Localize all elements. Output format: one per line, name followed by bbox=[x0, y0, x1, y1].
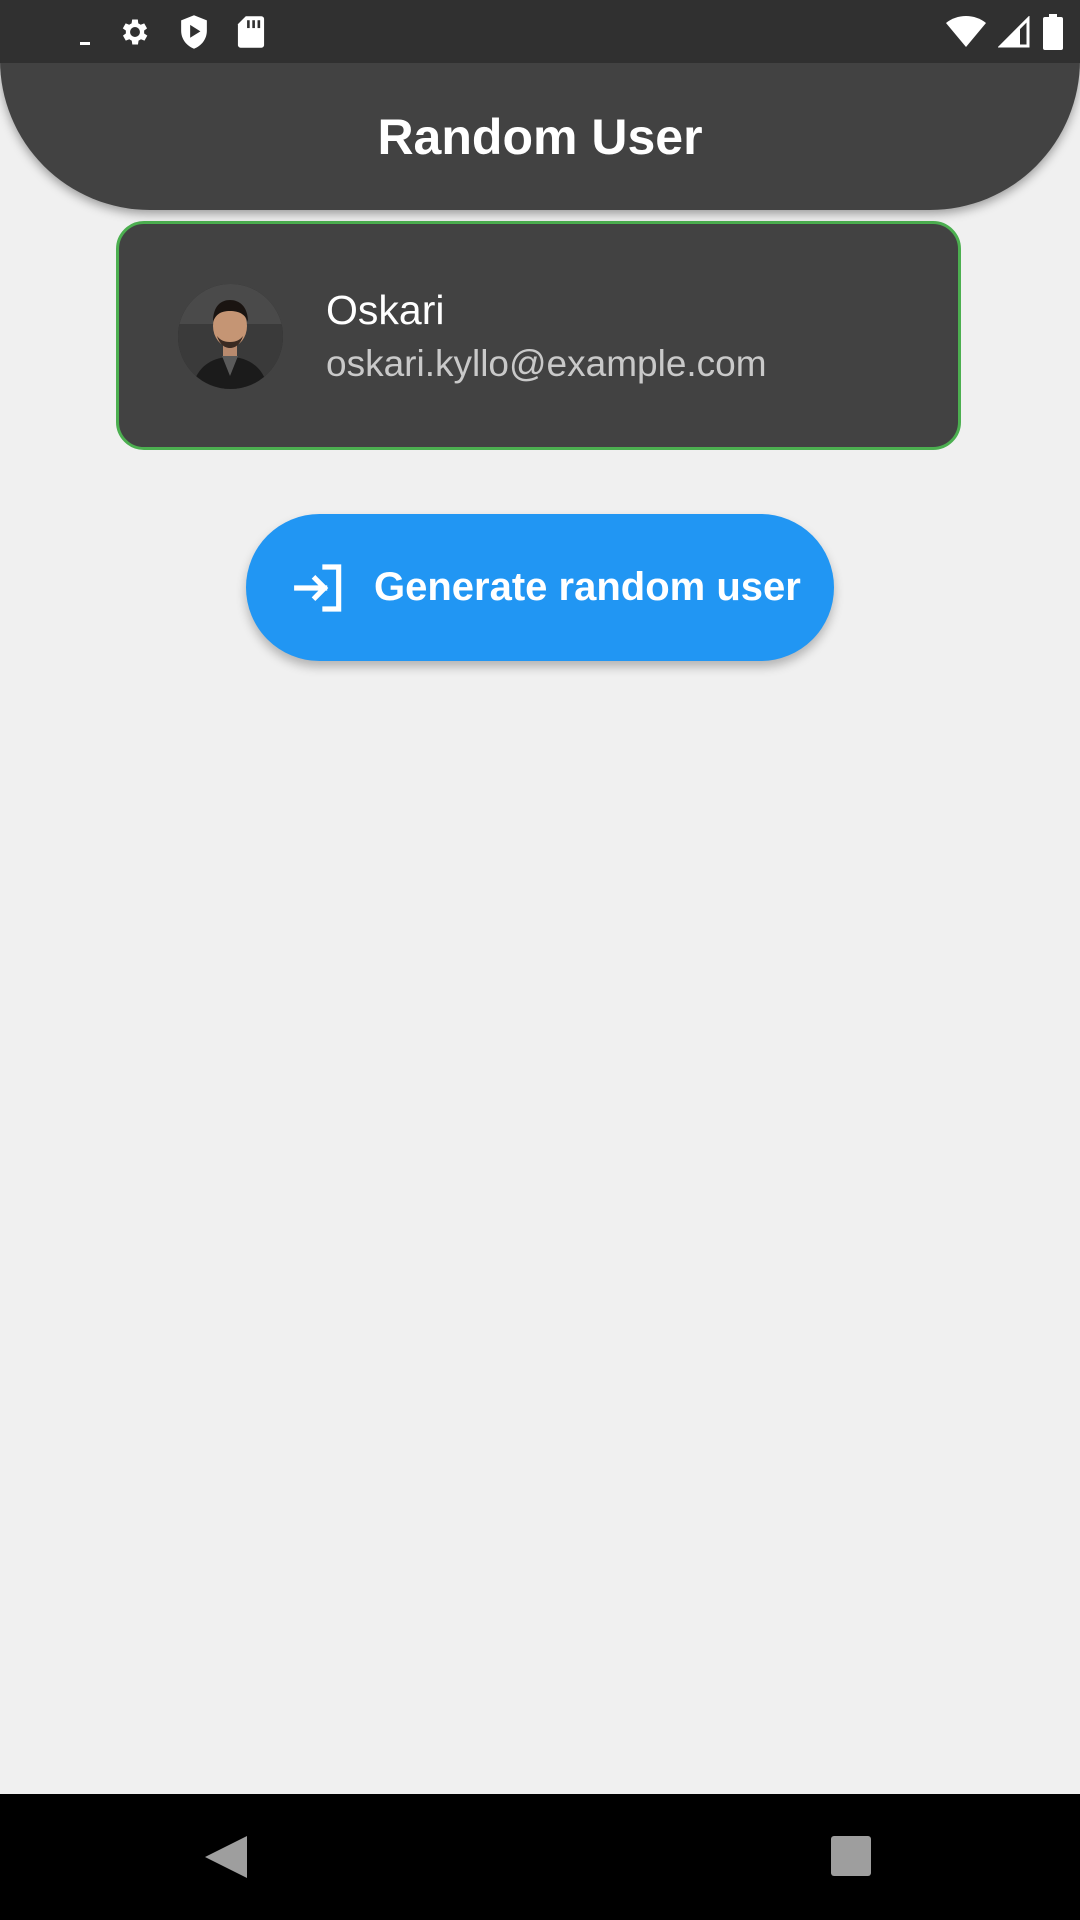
page-title: Random User bbox=[377, 109, 703, 165]
back-triangle-icon[interactable] bbox=[203, 1834, 251, 1880]
cell-signal-icon bbox=[998, 16, 1030, 48]
gear-icon bbox=[122, 19, 148, 45]
system-nav-bar bbox=[0, 1794, 1080, 1920]
status-right-icons bbox=[946, 14, 1064, 50]
notification-dash-icon bbox=[80, 42, 90, 45]
wifi-icon bbox=[946, 16, 986, 47]
generate-button-label: Generate random user bbox=[374, 565, 801, 609]
status-left-icons bbox=[78, 14, 266, 50]
status-bar bbox=[0, 0, 1080, 63]
battery-icon bbox=[1043, 14, 1063, 50]
user-name: Oskari bbox=[326, 287, 445, 333]
login-icon bbox=[294, 563, 342, 612]
user-email: oskari.kyllo@example.com bbox=[326, 343, 767, 384]
generate-random-user-button[interactable]: Generate random user bbox=[246, 514, 834, 661]
avatar bbox=[178, 284, 283, 389]
user-photo bbox=[178, 284, 283, 389]
shield-play-icon bbox=[181, 15, 207, 49]
sd-card-icon bbox=[237, 16, 265, 48]
user-card[interactable]: Oskari oskari.kyllo@example.com bbox=[116, 221, 961, 450]
recents-square-icon[interactable] bbox=[831, 1836, 871, 1876]
